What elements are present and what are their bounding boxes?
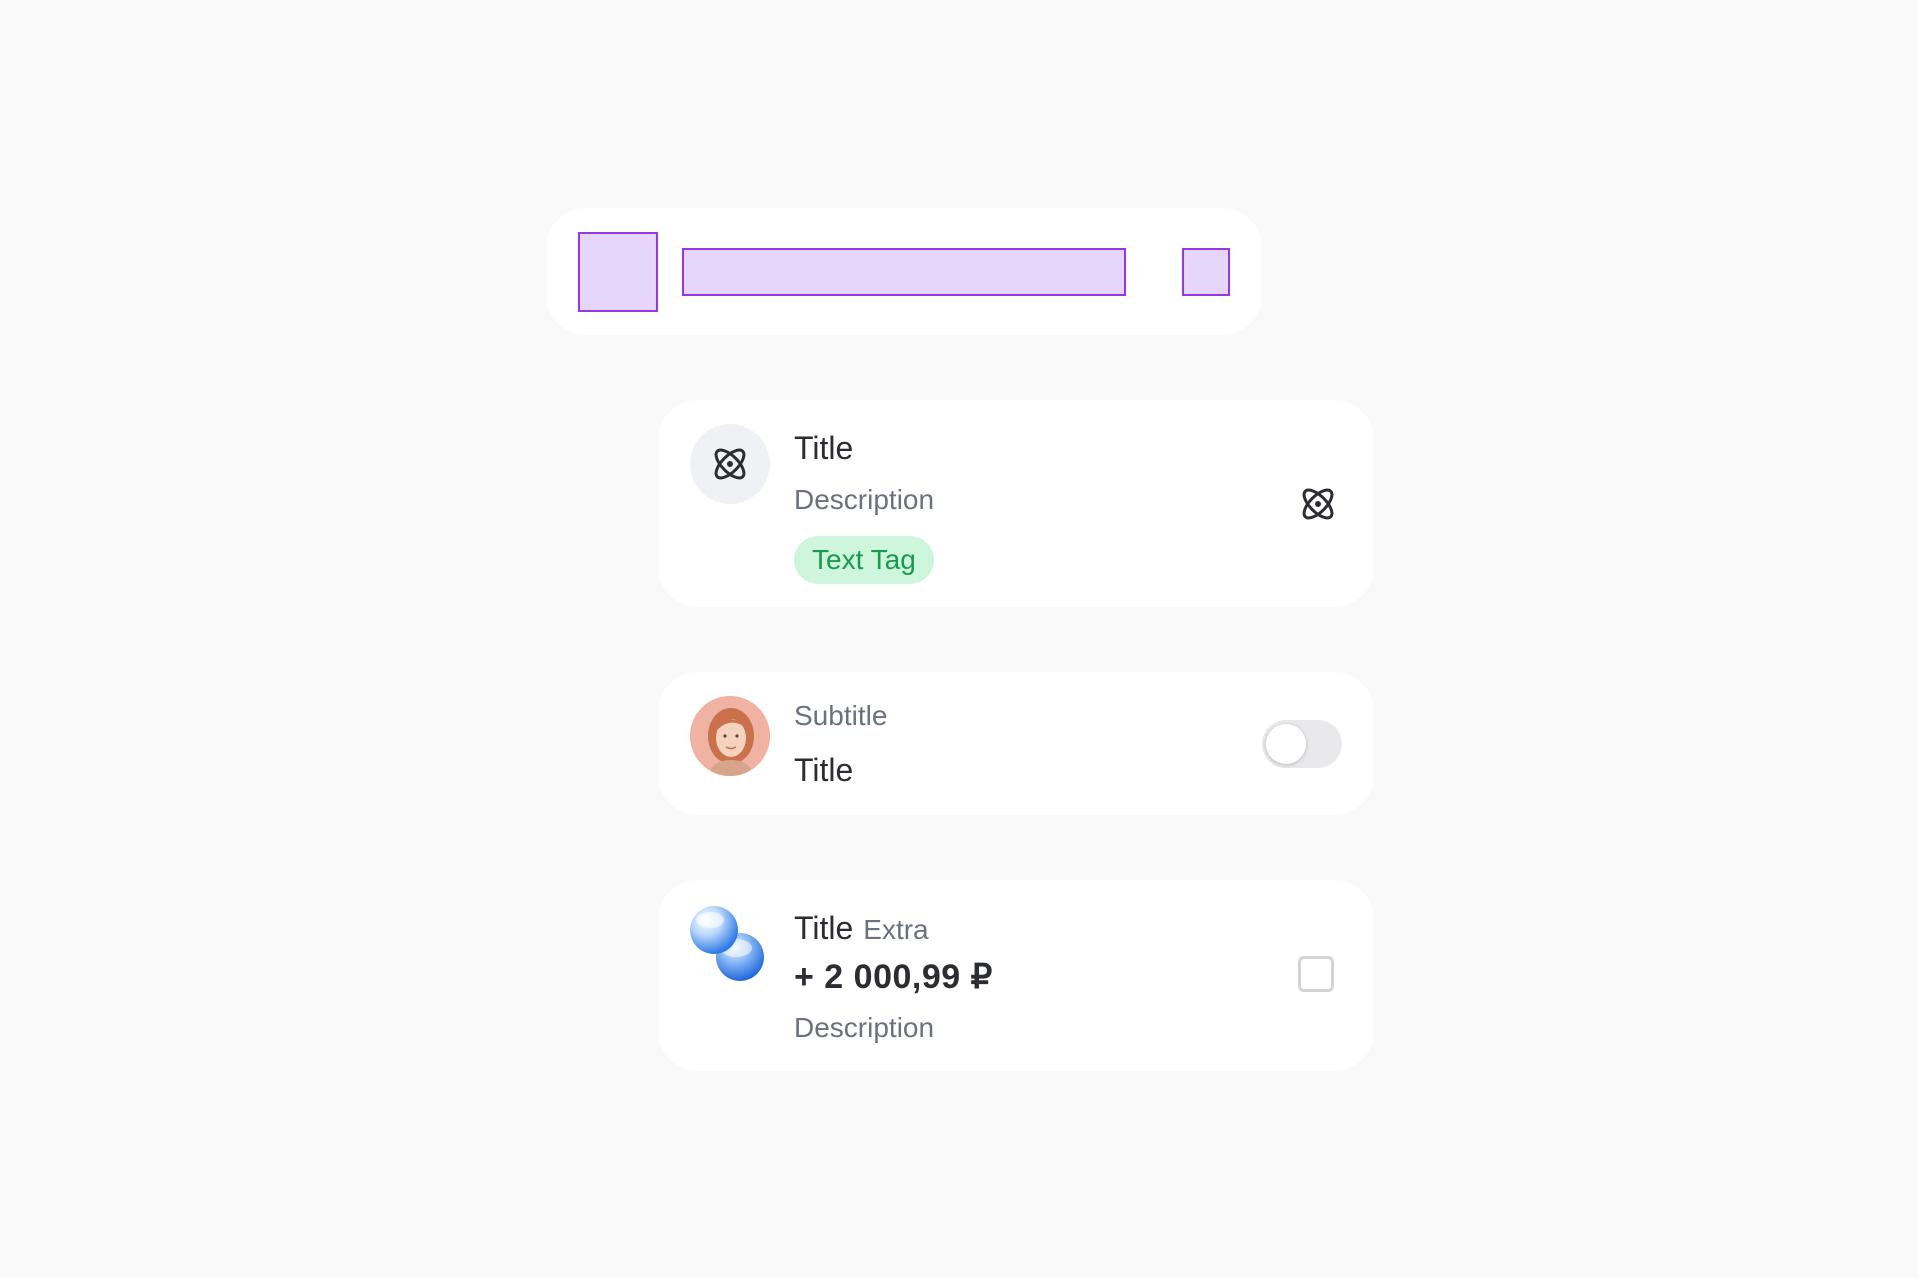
slot-layout-card — [546, 208, 1262, 335]
cell-description: Description — [794, 1012, 935, 1043]
coins-icon — [690, 906, 764, 981]
cell-title: Title — [794, 430, 854, 466]
cell-subtitle: Subtitle — [794, 700, 888, 731]
cell-with-tag[interactable]: Title Description Text Tag — [658, 400, 1374, 607]
cell-title: Title — [794, 752, 854, 788]
toggle-knob — [1266, 724, 1306, 764]
toggle-switch[interactable] — [1262, 720, 1342, 768]
cell-title: Title — [794, 910, 854, 946]
leading-icon-container — [690, 424, 770, 504]
title-row: Title Extra — [794, 912, 929, 946]
checkbox[interactable] — [1298, 956, 1334, 992]
atom-icon — [714, 448, 746, 480]
cell-with-checkbox[interactable]: Title Extra + 2 000,99 ₽ Description — [658, 880, 1374, 1071]
avatar-portrait-image — [690, 696, 770, 776]
avatar — [690, 696, 770, 776]
atom-icon — [1302, 488, 1334, 520]
text-tag: Text Tag — [794, 536, 934, 584]
cell-description: Description — [794, 484, 935, 515]
trailing-slot — [1182, 248, 1230, 296]
title-extra: Extra — [863, 914, 929, 945]
content-slot — [682, 248, 1126, 296]
leading-slot — [578, 232, 658, 312]
trailing-atom-button[interactable] — [1294, 480, 1342, 528]
cell-with-toggle[interactable]: Subtitle Title — [658, 672, 1374, 815]
amount-value: + 2 000,99 ₽ — [794, 958, 993, 996]
